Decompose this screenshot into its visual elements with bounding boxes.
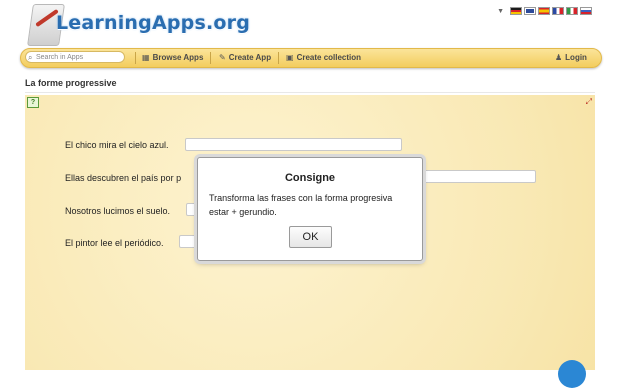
help-icon[interactable]: ? — [27, 97, 39, 108]
exercise-sentence-4: El pintor lee el periódico. — [65, 238, 164, 248]
floating-action-button[interactable] — [558, 360, 586, 388]
fullscreen-icon[interactable]: ⤢ — [586, 97, 592, 107]
toolbar-divider — [135, 52, 136, 64]
flag-it-icon[interactable] — [566, 7, 578, 15]
flag-de-icon[interactable] — [510, 7, 522, 15]
search-placeholder: Search in Apps — [36, 54, 84, 61]
user-icon: ♟ — [555, 53, 563, 62]
title-divider — [25, 92, 595, 93]
page-title: La forme progressive — [25, 78, 117, 88]
exercise-sentence-2: Ellas descubren el país por p — [65, 173, 182, 183]
instruction-dialog: Consigne Transforma las frases con la fo… — [197, 157, 423, 261]
create-app-label: Create App — [228, 53, 272, 62]
create-app-button[interactable]: ✎ Create App — [219, 52, 271, 64]
browse-apps-button[interactable]: ▦ Browse Apps — [142, 52, 203, 64]
exercise-sentence-1: El chico mira el cielo azul. — [65, 140, 169, 150]
collection-icon: ▣ — [286, 53, 294, 62]
flag-fr-icon[interactable] — [552, 7, 564, 15]
logo-text: LearningApps.org — [56, 12, 251, 34]
logo[interactable]: LearningApps.org — [22, 2, 250, 48]
dialog-title: Consigne — [284, 172, 336, 184]
ok-button[interactable]: OK — [289, 226, 332, 248]
browse-apps-label: Browse Apps — [152, 53, 204, 62]
create-collection-button[interactable]: ▣ Create collection — [286, 52, 361, 64]
pencil-icon: ✎ — [219, 53, 226, 62]
answer-input-4[interactable] — [179, 235, 197, 248]
search-input[interactable]: ⌕ Search in Apps — [25, 51, 125, 63]
flag-ru-icon[interactable] — [580, 7, 592, 15]
search-icon: ⌕ — [28, 53, 33, 62]
main-toolbar: ⌕ Search in Apps ▦ Browse Apps ✎ Create Ap… — [20, 48, 602, 68]
toolbar-divider — [278, 52, 279, 64]
toolbar-divider — [210, 52, 211, 64]
exercise-sentence-3: Nosotros lucimos el suelo. — [65, 206, 171, 216]
chevron-down-icon[interactable]: ▼ — [497, 8, 504, 15]
flag-uk-icon[interactable] — [524, 7, 536, 15]
login-button[interactable]: ♟ Login — [555, 52, 587, 64]
login-label: Login — [565, 53, 587, 62]
grid-icon: ▦ — [142, 53, 150, 62]
language-selector[interactable]: ▼ — [497, 6, 592, 16]
dialog-message: Transforma las frases con la forma progr… — [209, 193, 393, 217]
answer-input-1[interactable] — [185, 138, 402, 151]
answer-input-2[interactable] — [421, 170, 536, 183]
create-collection-label: Create collection — [296, 53, 362, 62]
flag-es-icon[interactable] — [538, 7, 550, 15]
